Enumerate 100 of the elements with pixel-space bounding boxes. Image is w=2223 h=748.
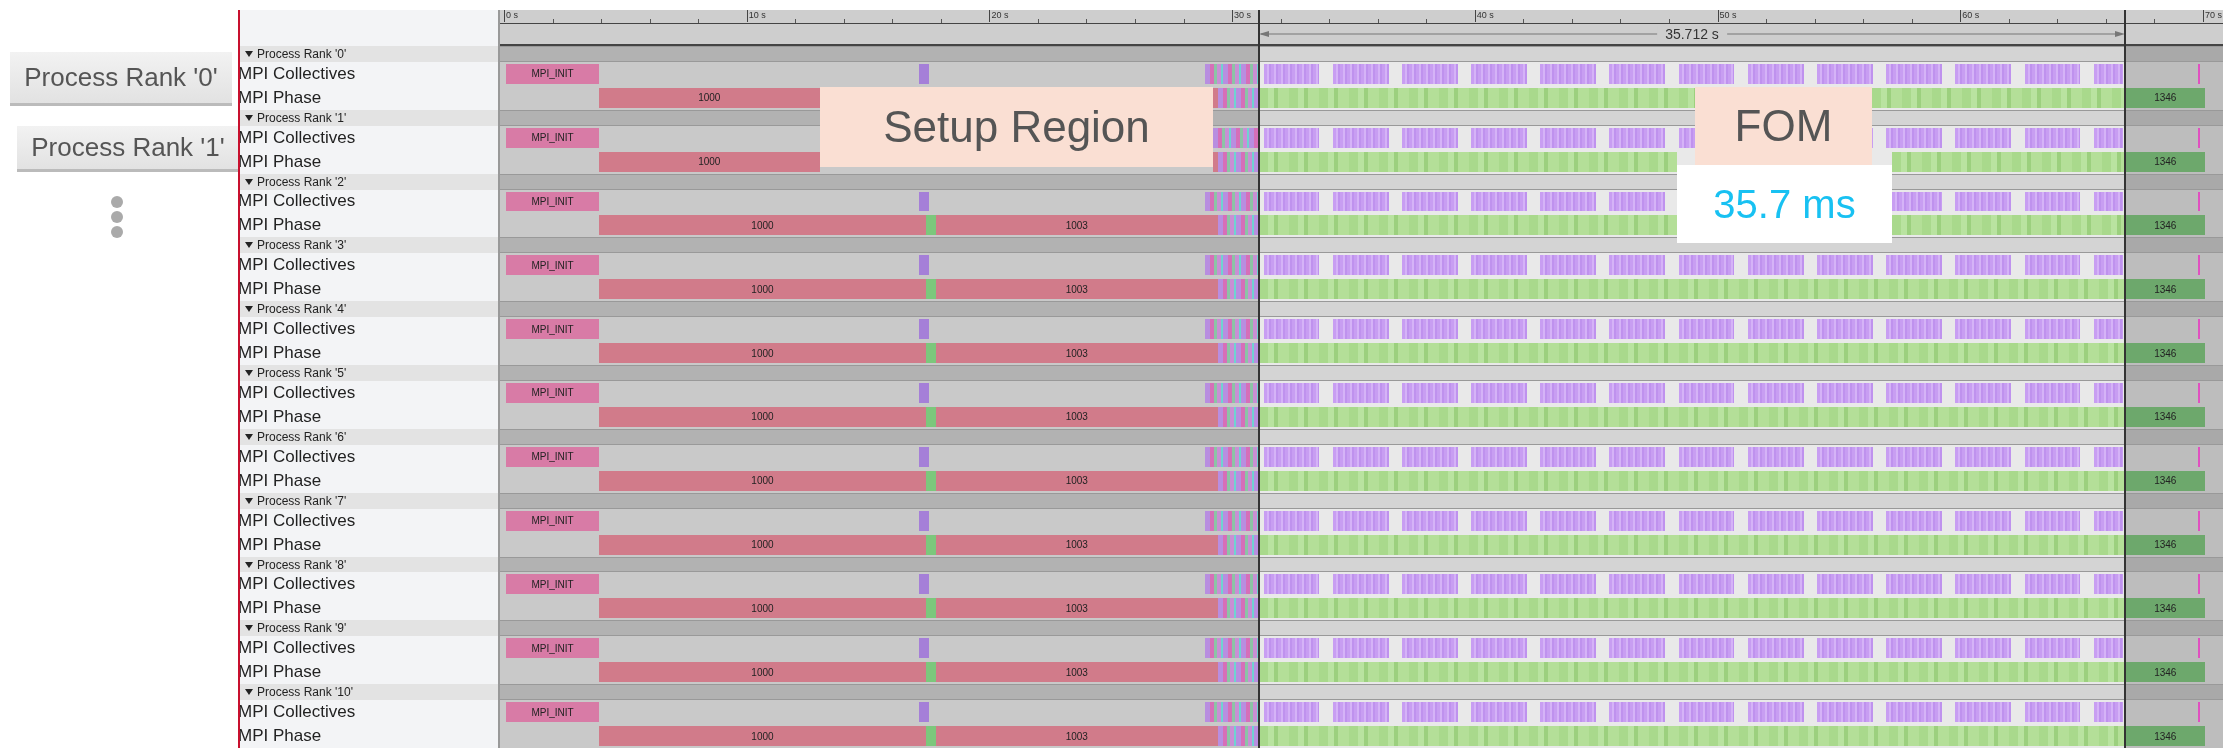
trace-slice[interactable]: 1000 [598, 87, 820, 108]
trace-slice[interactable]: 1346 [2125, 534, 2206, 555]
trace-slice[interactable]: 1346 [2125, 726, 2206, 746]
trace-slice[interactable]: MPI_INIT [506, 319, 599, 340]
trace-slice [2024, 638, 2081, 659]
trace-slice[interactable]: MPI_INIT [506, 63, 599, 84]
trace-slice[interactable]: 1003 [936, 726, 1218, 746]
caret-icon[interactable] [245, 178, 253, 185]
trace-slice[interactable]: 1003 [936, 343, 1218, 364]
trace-slice[interactable]: 1003 [936, 406, 1218, 427]
trace-slice[interactable]: MPI_INIT [506, 574, 599, 595]
trace-slice [926, 470, 936, 491]
trace-slice [1540, 255, 1597, 276]
track-label: MPI Phase [240, 277, 500, 302]
trace-slice [1886, 446, 1942, 467]
trace-slice[interactable]: 1346 [2125, 662, 2206, 683]
trace-slice [1886, 574, 1942, 595]
trace-slice [1332, 446, 1389, 467]
trace-slice [1678, 702, 1735, 723]
trace-slice [2198, 191, 2201, 212]
trace-slice [1609, 446, 1666, 467]
trace-slice[interactable]: 1003 [936, 470, 1218, 491]
trace-slice [1540, 510, 1597, 531]
track-label: MPI Collectives [240, 508, 500, 533]
caret-icon[interactable] [245, 114, 253, 121]
tick-label: 60 s [1962, 10, 1980, 20]
trace-slice[interactable]: 1346 [2125, 279, 2206, 300]
trace-slice[interactable]: MPI_INIT [506, 446, 599, 467]
caret-icon[interactable] [245, 433, 253, 440]
trace-slice [2024, 63, 2081, 84]
trace-slice [1678, 574, 1735, 595]
trace-slice [926, 343, 936, 364]
trace-slice [1955, 191, 2012, 212]
rank-header[interactable]: Process Rank '3' [240, 237, 500, 254]
trace-slice [1540, 191, 1597, 212]
trace-slice[interactable]: MPI_INIT [506, 510, 599, 531]
trace-slice [1332, 63, 1389, 84]
trace-slice [1205, 63, 1259, 84]
trace-slice[interactable]: 1346 [2125, 151, 2206, 172]
trace-slice [1263, 638, 1320, 659]
trace-slice[interactable]: 1346 [2125, 343, 2206, 364]
caret-icon[interactable] [245, 50, 253, 57]
trace-slice[interactable]: 1346 [2125, 470, 2206, 491]
trace-slice[interactable]: 1000 [598, 598, 927, 619]
caret-icon[interactable] [245, 497, 253, 504]
trace-slice [1886, 255, 1942, 276]
trace-slice [2198, 574, 2201, 595]
trace-slice [1471, 319, 1527, 340]
rank-header[interactable]: Process Rank '9' [240, 620, 500, 637]
track-label: MPI Collectives [240, 61, 500, 86]
trace-slice[interactable]: 1346 [2125, 215, 2206, 236]
rank-header[interactable]: Process Rank '5' [240, 365, 500, 381]
trace-slice[interactable]: MPI_INIT [506, 383, 599, 403]
rank-header[interactable]: Process Rank '4' [240, 301, 500, 318]
trace-slice[interactable]: 1003 [936, 534, 1218, 555]
tick-label: 20 s [991, 10, 1009, 20]
trace-slice [1955, 510, 2012, 531]
trace-slice[interactable]: 1000 [598, 534, 927, 555]
trace-slice[interactable]: MPI_INIT [506, 255, 599, 276]
trace-slice[interactable]: 1003 [936, 662, 1218, 683]
trace-slice[interactable]: 1000 [598, 151, 820, 172]
trace-slice [2024, 191, 2081, 212]
rank-header[interactable]: Process Rank '10' [240, 684, 500, 701]
trace-slice[interactable]: 1000 [598, 406, 927, 427]
trace-slice [1609, 702, 1666, 723]
trace-slice[interactable]: 1000 [598, 662, 927, 683]
trace-slice [1332, 191, 1389, 212]
trace-slice [1678, 383, 1735, 403]
trace-slice[interactable]: 1000 [598, 215, 927, 236]
track-label: MPI Collectives [240, 444, 500, 469]
trace-slice[interactable]: MPI_INIT [506, 702, 599, 723]
trace-slice [1747, 255, 1804, 276]
trace-slice[interactable]: 1000 [598, 726, 927, 746]
trace-slice [1817, 702, 1873, 723]
metric-callout: FOM [1695, 87, 1872, 165]
trace-slice[interactable]: MPI_INIT [506, 127, 599, 148]
track-label: MPI Collectives [240, 636, 500, 661]
trace-slice[interactable]: 1000 [598, 470, 927, 491]
trace-slice[interactable]: 1346 [2125, 406, 2206, 427]
trace-slice[interactable]: 1000 [598, 343, 927, 364]
trace-slice[interactable]: 1346 [2125, 598, 2206, 619]
tick-label: 30 s [1234, 10, 1252, 20]
track-label: MPI Phase [240, 213, 500, 238]
trace-slice[interactable]: 1003 [936, 215, 1218, 236]
trace-slice [1471, 638, 1527, 659]
trace-slice [1205, 191, 1259, 212]
trace-slice [1540, 702, 1597, 723]
trace-slice [1747, 638, 1804, 659]
trace-slice[interactable]: MPI_INIT [506, 191, 599, 212]
trace-slice [1817, 255, 1873, 276]
trace-slice [1205, 255, 1259, 276]
trace-slice[interactable]: 1346 [2125, 87, 2206, 108]
time-ruler[interactable]: 0 s 10 s 20 s 30 s 40 s 50 s 60 s 70 s 35.712 s [500, 10, 2223, 46]
tick-label: 70 s [2204, 10, 2222, 20]
trace-slice[interactable]: 1003 [936, 598, 1218, 619]
trace-slice[interactable]: 1000 [598, 279, 927, 300]
trace-slice [1955, 63, 2012, 84]
trace-slice[interactable]: MPI_INIT [506, 638, 599, 659]
trace-slice[interactable]: 1003 [936, 279, 1218, 300]
trace-slice [1955, 319, 2012, 340]
